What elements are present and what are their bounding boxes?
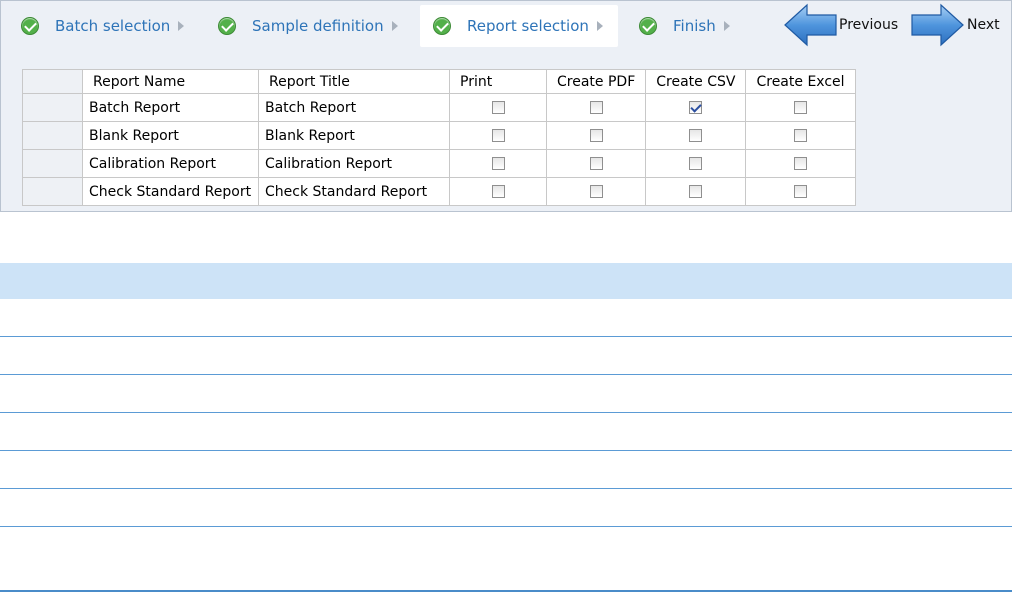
arrow-left-icon: [783, 3, 837, 47]
report-name-cell[interactable]: Calibration Report: [82, 149, 259, 178]
report-grid: Report Name Report Title Print Create PD…: [22, 69, 856, 206]
row-header[interactable]: [22, 93, 83, 122]
step-batch-selection[interactable]: Batch selection: [21, 5, 185, 47]
create-excel-checkbox[interactable]: [794, 157, 807, 170]
row-header[interactable]: [22, 177, 83, 206]
arrow-right-icon: [911, 3, 965, 47]
next-button[interactable]: Next: [911, 3, 1000, 47]
report-name-cell[interactable]: Batch Report: [82, 93, 259, 122]
column-header-print[interactable]: Print: [449, 69, 547, 94]
report-name-cell[interactable]: Check Standard Report: [82, 177, 259, 206]
report-title-cell[interactable]: Calibration Report: [258, 149, 450, 178]
list-bottom-border: [0, 590, 1012, 592]
list-row-divider: [0, 526, 1012, 527]
check-icon: [218, 17, 236, 35]
column-header-report-name[interactable]: Report Name: [82, 69, 259, 94]
create-csv-checkbox[interactable]: [689, 101, 703, 114]
column-header-report-title[interactable]: Report Title: [258, 69, 450, 94]
create-csv-checkbox[interactable]: [689, 129, 703, 142]
create-excel-checkbox[interactable]: [794, 101, 807, 114]
grid-body: Batch Report Batch Report Blank Report B…: [22, 93, 856, 206]
report-title-cell[interactable]: Batch Report: [258, 93, 450, 122]
create-csv-checkbox[interactable]: [689, 157, 703, 170]
column-header-create-excel[interactable]: Create Excel: [745, 69, 856, 94]
wizard-panel: Batch selection Sample definition Report…: [0, 0, 1012, 212]
list-row-divider: [0, 412, 1012, 413]
step-label: Sample definition: [252, 17, 384, 35]
step-report-selection[interactable]: Report selection: [420, 5, 618, 47]
create-pdf-checkbox[interactable]: [589, 157, 603, 170]
create-pdf-checkbox[interactable]: [589, 101, 603, 114]
column-header-create-csv[interactable]: Create CSV: [645, 69, 747, 94]
step-finish[interactable]: Finish: [639, 5, 730, 47]
wizard-steps: Batch selection Sample definition Report…: [1, 1, 1012, 51]
list-row-divider: [0, 450, 1012, 451]
table-row[interactable]: Batch Report Batch Report: [22, 93, 856, 122]
previous-label: Previous: [839, 17, 899, 33]
step-label: Report selection: [467, 17, 589, 35]
print-checkbox[interactable]: [491, 185, 505, 198]
step-sample-definition[interactable]: Sample definition: [218, 5, 398, 47]
table-row[interactable]: Calibration Report Calibration Report: [22, 149, 856, 178]
create-excel-checkbox[interactable]: [794, 129, 807, 142]
chevron-right-icon: [596, 21, 603, 31]
grid-header-row: Report Name Report Title Print Create PD…: [22, 69, 856, 94]
row-header[interactable]: [22, 121, 83, 150]
report-name-cell[interactable]: Blank Report: [82, 121, 259, 150]
print-checkbox[interactable]: [491, 157, 505, 170]
chevron-right-icon: [723, 21, 730, 31]
print-checkbox[interactable]: [491, 129, 505, 142]
check-icon: [433, 17, 451, 35]
create-excel-checkbox[interactable]: [794, 185, 807, 198]
list-header-band: [0, 263, 1012, 299]
list-row-divider: [0, 374, 1012, 375]
column-header-create-pdf[interactable]: Create PDF: [545, 69, 647, 94]
row-header[interactable]: [22, 149, 83, 178]
report-title-cell[interactable]: Check Standard Report: [258, 177, 450, 206]
table-row[interactable]: Blank Report Blank Report: [22, 121, 856, 150]
next-label: Next: [967, 17, 1000, 33]
row-header-corner: [22, 69, 83, 94]
print-checkbox[interactable]: [491, 101, 505, 114]
table-row[interactable]: Check Standard Report Check Standard Rep…: [22, 177, 856, 206]
create-pdf-checkbox[interactable]: [589, 129, 603, 142]
step-label: Batch selection: [55, 17, 171, 35]
create-pdf-checkbox[interactable]: [589, 185, 603, 198]
list-row-divider: [0, 488, 1012, 489]
report-title-cell[interactable]: Blank Report: [258, 121, 450, 150]
list-row-divider: [0, 336, 1012, 337]
chevron-right-icon: [178, 21, 185, 31]
step-label: Finish: [673, 17, 716, 35]
create-csv-checkbox[interactable]: [689, 185, 703, 198]
previous-button[interactable]: Previous: [783, 3, 898, 47]
check-icon: [21, 17, 39, 35]
check-icon: [639, 17, 657, 35]
chevron-right-icon: [391, 21, 398, 31]
